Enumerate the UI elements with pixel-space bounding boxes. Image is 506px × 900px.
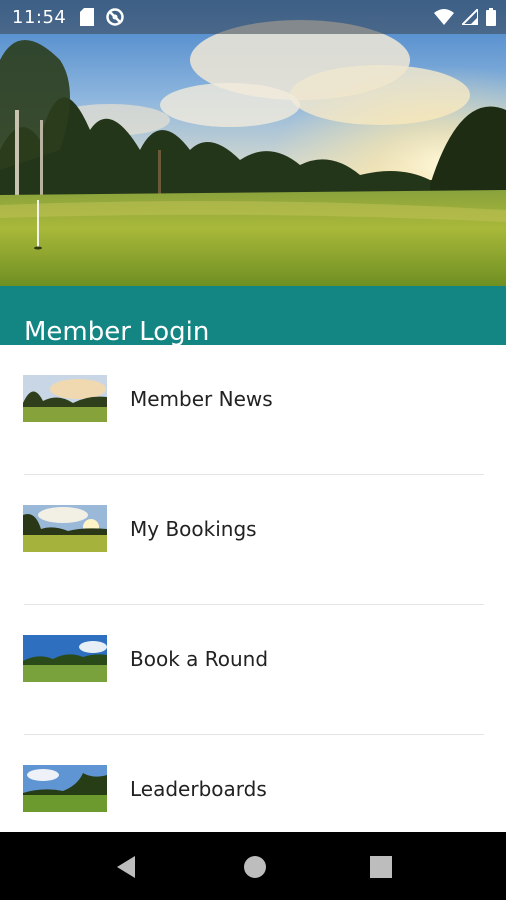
status-bar: 11:54 [0, 0, 506, 34]
status-time: 11:54 [12, 7, 67, 28]
status-icons-right [434, 8, 496, 26]
menu-item-label: Book a Round [130, 647, 269, 671]
header-bar: Member Login [0, 286, 506, 348]
cell-signal-icon [462, 9, 478, 25]
my-bookings-thumbnail [23, 505, 107, 552]
member-news-thumbnail [23, 375, 107, 422]
recents-icon[interactable] [366, 852, 396, 882]
menu-item-my-bookings[interactable]: My Bookings [0, 475, 506, 605]
page-title: Member Login [24, 317, 210, 348]
status-icons-left [80, 8, 124, 26]
menu-item-book-a-round[interactable]: Book a Round [0, 605, 506, 735]
back-icon[interactable] [113, 852, 143, 882]
menu-item-label: Member News [130, 387, 273, 411]
menu-item-label: Leaderboards [130, 777, 267, 801]
golf-course-photo [0, 0, 506, 286]
wifi-icon [434, 9, 454, 25]
no-sync-icon [106, 8, 124, 26]
menu-item-member-news[interactable]: Member News [0, 345, 506, 475]
sd-card-icon [80, 8, 94, 26]
book-a-round-thumbnail [23, 635, 107, 682]
hero-image: 11:54 [0, 0, 506, 286]
menu-item-label: My Bookings [130, 517, 257, 541]
menu-list: Member News My Bookings Book a Round Lea… [0, 345, 506, 865]
battery-icon [486, 8, 496, 26]
home-icon[interactable] [240, 852, 270, 882]
system-nav-bar [0, 832, 506, 900]
leaderboards-thumbnail [23, 765, 107, 812]
